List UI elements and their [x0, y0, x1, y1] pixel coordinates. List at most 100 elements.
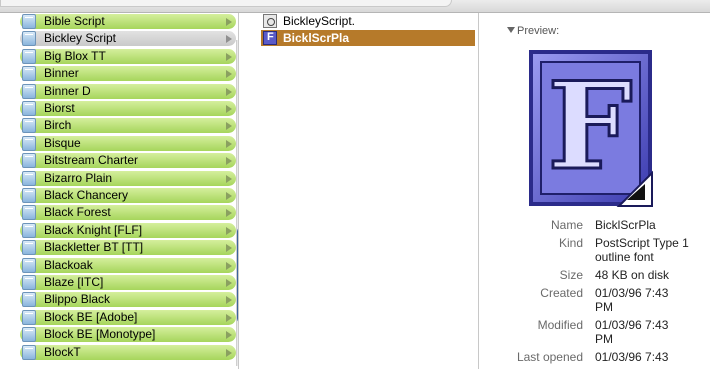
info-value: 01/03/96 7:43 PM	[595, 286, 707, 314]
disclosure-arrow-icon	[226, 35, 232, 44]
info-value-line: PM	[595, 332, 613, 346]
fonts-column[interactable]: Bible Script Bickley Script Big Blox TT Bin…	[0, 13, 238, 369]
font-folder-label: Bickley Script	[44, 31, 117, 46]
font-folder-label: Black Knight [FLF]	[44, 222, 143, 237]
info-value-line: BicklScrPla	[595, 218, 656, 232]
folder-icon	[22, 344, 36, 360]
font-folder-item[interactable]: Binner D	[20, 83, 236, 100]
disclosure-arrow-icon	[226, 105, 232, 113]
info-key: Name	[550, 218, 583, 232]
font-folder-label: Biorst	[44, 101, 75, 115]
files-column[interactable]: BickleyScript. BicklScrPla	[238, 13, 478, 369]
font-folder-item[interactable]: Big Blox TT	[20, 48, 236, 65]
disclosure-arrow-icon	[226, 244, 232, 253]
font-folder-label: Bitstream Charter	[44, 153, 139, 168]
font-folder-item[interactable]: BlockT	[20, 344, 236, 361]
font-folder-label: Black Forest	[44, 205, 111, 220]
font-folder-item[interactable]: Bizarro Plain	[20, 170, 236, 187]
font-folder-item[interactable]: Black Forest	[20, 204, 236, 221]
folder-icon	[22, 31, 36, 47]
font-folder-item[interactable]: Birch	[20, 117, 236, 134]
file-label: BicklScrPla	[283, 31, 350, 45]
disclosure-arrow-icon	[226, 18, 232, 26]
font-folder-item[interactable]: Bible Script	[20, 13, 236, 30]
info-value-line: PM	[595, 300, 613, 314]
disclosure-arrow-icon	[226, 139, 232, 148]
info-row: Name BicklScrPla	[479, 218, 710, 236]
folder-icon	[22, 14, 36, 29]
disclosure-arrow-icon	[226, 331, 232, 340]
font-folder-item[interactable]: Binner	[20, 65, 236, 82]
font-folder-item[interactable]: Bisque	[20, 135, 236, 152]
font-folder-label: Blippo Black	[44, 292, 111, 307]
file-item[interactable]: BickleyScript.	[261, 13, 475, 29]
font-folder-item[interactable]: Blippo Black	[20, 291, 236, 308]
file-item[interactable]: BicklScrPla	[261, 30, 475, 46]
disclosure-arrow-icon	[226, 52, 232, 61]
font-folder-label: Blackoak	[44, 257, 93, 272]
disclosure-arrow-icon	[226, 313, 232, 322]
font-folder-item[interactable]: Blaze [ITC]	[20, 274, 236, 291]
font-folder-item[interactable]: Blackletter BT [TT]	[20, 239, 236, 256]
font-folder-label: Bizarro Plain	[44, 170, 113, 185]
disclosure-arrow-icon	[226, 122, 232, 131]
font-folder-label: Black Chancery	[44, 188, 129, 202]
toolbar-strip	[0, 0, 710, 13]
info-key: Modified	[537, 318, 583, 332]
script-file-icon	[263, 14, 277, 28]
info-row: Created 01/03/96 7:43 PM	[479, 286, 710, 318]
font-folder-label: Block BE [Adobe]	[44, 309, 138, 324]
font-folder-label: Blackletter BT [TT]	[44, 240, 144, 255]
font-folder-item[interactable]: Biorst	[20, 100, 236, 117]
info-value: 01/03/96 7:43	[595, 350, 707, 364]
font-folder-item[interactable]: Blackoak	[20, 257, 236, 274]
font-folder-label: Big Blox TT	[44, 48, 106, 63]
font-folder-label: Block BE [Monotype]	[44, 327, 156, 342]
font-folder-label: Bible Script	[44, 14, 105, 28]
info-row: Kind PostScript Type 1 outline font	[479, 236, 710, 268]
disclosure-arrow-icon	[226, 174, 232, 183]
file-label: BickleyScript.	[283, 14, 356, 28]
info-value-line: 01/03/96 7:43	[595, 286, 669, 300]
folder-icon	[22, 240, 36, 256]
info-value-line: 48 KB on disk	[595, 268, 670, 282]
font-file-icon	[263, 31, 277, 45]
folder-icon	[22, 101, 36, 116]
info-row: Modified 01/03/96 7:43 PM	[479, 318, 710, 350]
info-key: Size	[559, 268, 583, 282]
preview-icon-letter: F	[547, 56, 632, 197]
disclosure-arrow-icon	[226, 192, 232, 200]
font-folder-item[interactable]: Black Chancery	[20, 187, 236, 204]
info-key: Created	[540, 286, 583, 300]
font-folder-label: BlockT	[44, 344, 81, 359]
info-value-line: 01/03/96 7:43	[595, 350, 669, 364]
font-folder-item[interactable]: Bitstream Charter	[20, 152, 236, 169]
disclosure-arrow-icon	[226, 279, 232, 287]
info-value-line: 01/03/96 7:43	[595, 318, 669, 332]
disclosure-arrow-icon	[226, 296, 232, 305]
font-folder-label: Binner	[44, 66, 79, 81]
font-folder-label: Birch	[44, 118, 72, 133]
folder-icon	[22, 309, 36, 325]
info-key: Kind	[558, 236, 583, 250]
folder-icon	[22, 66, 36, 82]
disclosure-triangle-icon[interactable]	[507, 27, 515, 33]
folder-icon	[22, 327, 36, 343]
font-folder-label: Blaze [ITC]	[44, 275, 104, 289]
folder-icon	[22, 83, 36, 99]
info-value: 48 KB on disk	[595, 268, 707, 282]
font-folder-item[interactable]: Block BE [Monotype]	[20, 326, 236, 343]
disclosure-arrow-icon	[226, 209, 232, 218]
folder-icon	[22, 48, 36, 64]
folder-icon	[22, 188, 36, 203]
info-row: Size 48 KB on disk	[479, 268, 710, 286]
info-value-line: outline font	[595, 250, 654, 264]
font-folder-item[interactable]: Black Knight [FLF]	[20, 222, 236, 239]
preview-header[interactable]: Preview:	[507, 25, 559, 37]
preview-header-label: Preview:	[517, 25, 560, 37]
info-row: Last opened 01/03/96 7:43	[479, 350, 710, 368]
folder-icon	[22, 170, 36, 186]
font-folder-item[interactable]: Block BE [Adobe]	[20, 309, 236, 326]
info-key: Last opened	[516, 350, 583, 364]
font-folder-item[interactable]: Bickley Script	[20, 30, 236, 47]
